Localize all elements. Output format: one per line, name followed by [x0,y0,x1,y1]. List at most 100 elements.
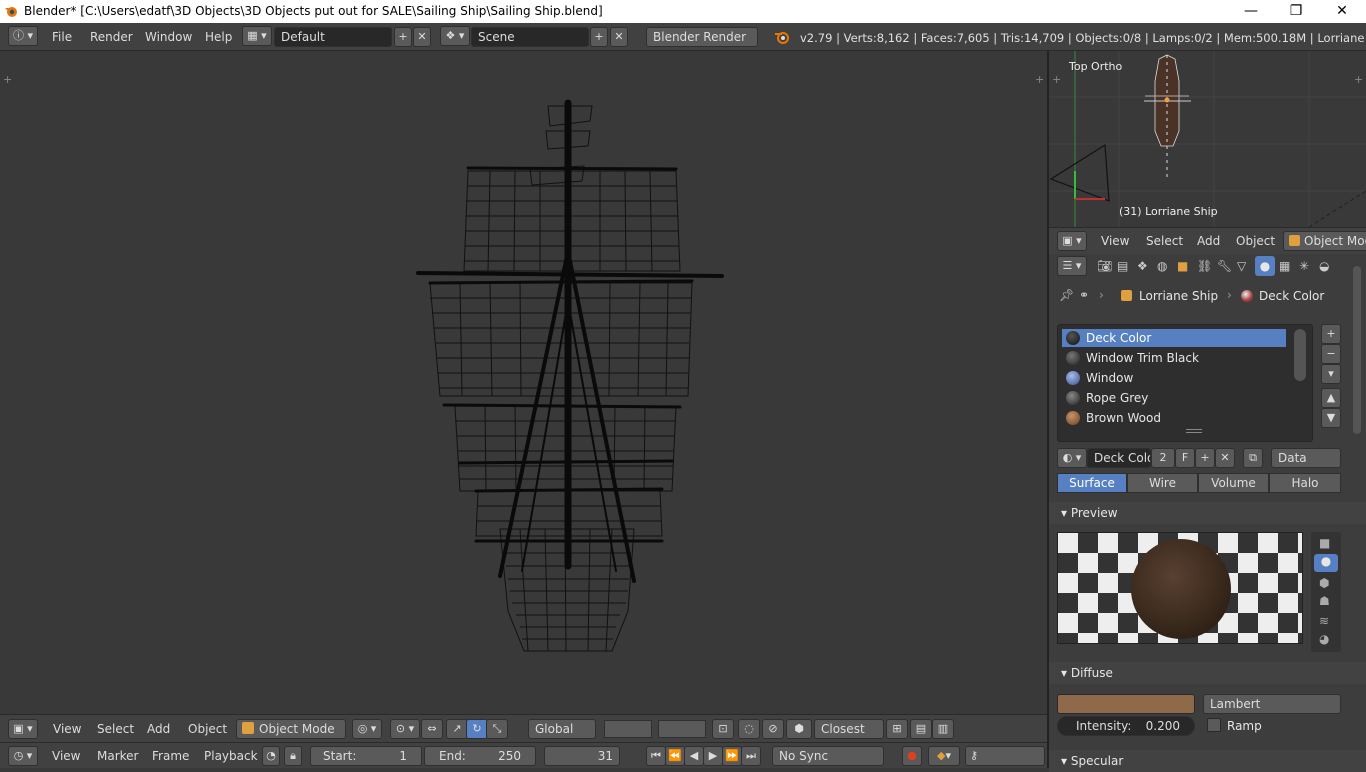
snap-target-select[interactable]: Closest [814,719,884,739]
physics-tab-icon[interactable]: ◒ [1319,259,1329,273]
tab-wire[interactable]: Wire [1127,473,1198,493]
render-engine-select[interactable]: Blender Render [646,27,758,47]
sync-mode-select[interactable]: No Sync [772,746,884,766]
lock-camera-icon[interactable]: ⊡ [712,719,734,739]
material-users-count[interactable]: 2 [1151,448,1175,468]
list-scrollbar[interactable] [1294,329,1306,381]
add-screen-icon[interactable]: + [394,27,412,47]
remove-material-slot-icon[interactable]: − [1321,344,1341,364]
view3d-menu-select[interactable]: Select [97,722,134,736]
preview-monkey-icon[interactable]: ☗ [1319,594,1330,608]
modifiers-tab-icon[interactable]: 🔧︎ [1217,259,1232,273]
top-ortho-viewport[interactable]: + + + Top Ortho (31) Lorriane Ship [1049,51,1366,228]
browse-material-icon[interactable]: ◐ ▾ [1057,448,1087,468]
move-slot-down-icon[interactable]: ▼ [1321,408,1341,428]
current-frame-field[interactable]: 31 [544,746,620,766]
jump-keyframe-back-icon[interactable]: ⏪ [665,746,685,766]
preview-sphere-icon[interactable]: ● [1314,554,1338,572]
remove-screen-icon[interactable]: ✕ [413,27,431,47]
object-tab-icon[interactable]: ■ [1177,259,1188,273]
menu-help[interactable]: Help [205,30,232,44]
preview-panel-header[interactable]: ▾ Preview [1049,502,1366,524]
material-slot-item[interactable]: Rope Grey [1062,389,1286,407]
lock-frame-icon[interactable]: 🔒︎ [284,746,302,766]
material-specials-icon[interactable]: ▾ [1321,364,1341,384]
screen-layout-field[interactable]: Default [274,27,392,47]
preview-flat-icon[interactable]: ■ [1319,536,1330,550]
play-reverse-icon[interactable]: ◀ [684,746,704,766]
jump-start-icon[interactable]: ⏮ [646,746,666,766]
close-button[interactable]: ✕ [1319,0,1365,23]
data-tab-icon[interactable]: ▽ [1237,259,1246,273]
keying-set-field[interactable]: ⚷ [965,746,1045,766]
diffuse-color-swatch[interactable] [1057,694,1195,714]
properties-scrollbar[interactable] [1353,266,1361,434]
material-slot-item[interactable]: Window Trim Black [1062,349,1286,367]
constraints-tab-icon[interactable]: ⛓︎ [1197,259,1212,273]
jump-end-icon[interactable]: ⏭ [741,746,761,766]
mini-menu-object[interactable]: Object [1236,234,1275,248]
translate-manipulator-icon[interactable]: ↗ [446,719,468,739]
scene-icon[interactable]: ❖ ▾ [440,26,470,46]
menu-render[interactable]: Render [90,30,133,44]
scene-field[interactable]: Scene [471,27,589,47]
pin-icon[interactable]: 📌︎ [1059,288,1074,302]
unlink-material-icon[interactable]: ✕ [1215,448,1235,468]
add-scene-icon[interactable]: + [590,27,608,47]
texture-tab-icon[interactable]: ▦ [1279,259,1290,273]
preview-world-sphere-icon[interactable]: ◕ [1319,632,1329,646]
rotate-manipulator-icon[interactable]: ↻ [466,719,488,739]
tab-halo[interactable]: Halo [1269,473,1341,493]
editor-type-timeline-icon[interactable]: ◷ ▾ [8,746,38,766]
editor-type-3dview-icon[interactable]: ▣ ▾ [8,719,38,739]
new-material-icon[interactable]: + [1195,448,1215,468]
render-animation-icon[interactable]: ▥ [932,719,954,739]
material-link-select[interactable]: Data [1271,448,1341,468]
timeline-menu-playback[interactable]: Playback [204,749,258,763]
add-material-slot-icon[interactable]: + [1321,324,1341,344]
transform-orientation-select[interactable]: Global [528,719,596,739]
timeline-menu-view[interactable]: View [52,749,80,763]
screen-layout-icon[interactable]: ▦ ▾ [242,26,272,46]
material-slot-item[interactable]: Window [1062,369,1286,387]
layers-grid-2[interactable] [658,720,706,738]
jump-keyframe-forward-icon[interactable]: ⏩ [722,746,742,766]
render-image-icon[interactable]: ▤ [910,719,932,739]
editor-type-3dview-icon[interactable]: ▣ ▾ [1057,231,1087,251]
material-name-field[interactable]: Deck Color [1087,448,1151,468]
world-tab-icon[interactable]: ◍ [1157,259,1167,273]
tab-surface[interactable]: Surface [1057,473,1127,493]
editor-type-properties-icon[interactable]: ☰ ▾ [1057,256,1087,276]
mini-menu-add[interactable]: Add [1197,234,1220,248]
layers-grid-1[interactable] [604,720,652,738]
preview-cube-icon[interactable]: ⬢ [1319,576,1329,590]
scene-tab-icon[interactable]: ❖ [1137,259,1148,273]
move-slot-up-icon[interactable]: ▲ [1321,388,1341,408]
menu-window[interactable]: Window [145,30,192,44]
pivot-point-icon[interactable]: ⊙ ▾ [390,719,420,739]
particles-tab-icon[interactable]: ✳ [1299,259,1309,273]
material-slot-item[interactable]: Deck Color [1062,329,1286,347]
tab-volume[interactable]: Volume [1198,473,1269,493]
render-tab-icon[interactable]: 📷︎ [1097,259,1112,273]
keying-set-icon[interactable]: ◆▾ [928,746,960,766]
view3d-menu-view[interactable]: View [53,722,81,736]
viewport-shading-icon[interactable]: ◎ ▾ [352,719,382,739]
preview-hair-icon[interactable]: ≋ [1319,614,1329,628]
material-slot-list[interactable]: Deck Color Window Trim Black Window Rope… [1057,324,1313,442]
keying-clock-icon[interactable]: ◔ [262,746,280,766]
ship-wireframe[interactable]: + + [0,51,1047,714]
end-frame-field[interactable]: End: 250 [424,746,536,766]
record-icon[interactable]: ● [902,746,922,766]
fake-user-toggle[interactable]: F [1175,448,1195,468]
material-slot-item[interactable]: Brown Wood [1062,409,1286,427]
snap-toggle-icon[interactable]: ⊘ [762,719,784,739]
minimize-button[interactable]: — [1228,0,1274,23]
mini-menu-select[interactable]: Select [1146,234,1183,248]
play-icon[interactable]: ▶ [703,746,723,766]
diffuse-panel-header[interactable]: ▾ Diffuse [1049,662,1366,684]
node-toggle-icon[interactable]: ⧉ [1243,448,1263,468]
menu-file[interactable]: File [52,30,72,44]
restore-button[interactable]: ❐ [1273,0,1319,23]
3d-viewport[interactable]: + + [0,51,1047,714]
